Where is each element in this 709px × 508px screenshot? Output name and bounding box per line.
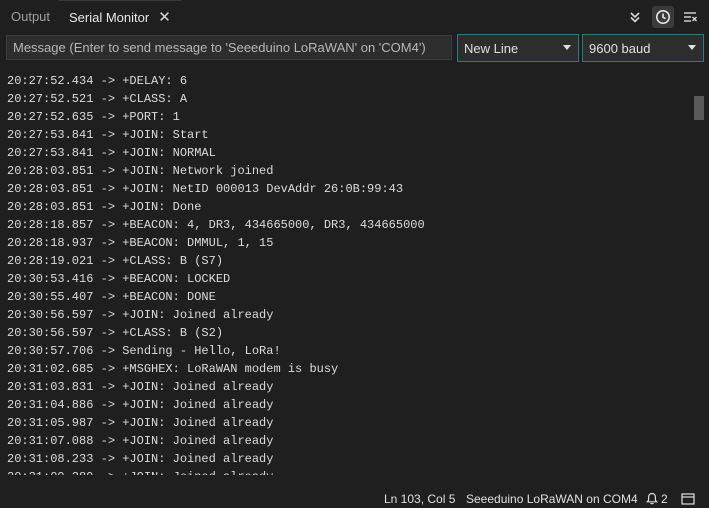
line-ending-value: New Line <box>464 40 519 56</box>
serial-output[interactable]: 20:27:52.434 -> +DELAY: 6 20:27:52.521 ->… <box>0 65 709 476</box>
log-line: 20:27:52.521 -> +CLASS: A <box>7 92 188 106</box>
log-line: 20:28:19.021 -> +CLASS: B (S7) <box>7 254 224 268</box>
log-line: 20:27:52.635 -> +PORT: 1 <box>7 110 180 124</box>
log-line: 20:28:03.851 -> +JOIN: Network joined <box>7 164 274 178</box>
log-line: 20:28:03.851 -> +JOIN: Done <box>7 200 202 214</box>
log-line: 20:31:02.685 -> +MSGHEX: LoRaWAN modem i… <box>7 362 339 376</box>
log-line: 20:30:57.706 -> Sending - Hello, LoRa! <box>7 344 281 358</box>
log-line: 20:30:56.597 -> +CLASS: B (S2) <box>7 326 224 340</box>
board-port-status[interactable]: Seeeduino LoRaWAN on COM4 <box>466 489 638 508</box>
scrollbar-thumb[interactable] <box>694 96 704 120</box>
log-line: 20:27:53.841 -> +JOIN: NORMAL <box>7 146 216 160</box>
log-line: 20:31:07.088 -> +JOIN: Joined already <box>7 434 274 448</box>
baud-rate-select[interactable]: 9600 baud <box>582 34 704 62</box>
log-line: 20:30:56.597 -> +JOIN: Joined already <box>7 308 274 322</box>
line-ending-select[interactable]: New Line <box>457 34 579 62</box>
log-line: 20:28:03.851 -> +JOIN: NetID 000013 DevA… <box>7 182 404 196</box>
toggle-panel-icon[interactable] <box>681 489 695 508</box>
cursor-position[interactable]: Ln 103, Col 5 <box>384 489 455 508</box>
message-input[interactable] <box>6 35 452 60</box>
notifications-count: 2 <box>661 491 668 506</box>
tab-serial-monitor-label: Serial Monitor <box>69 9 150 25</box>
log-line: 20:31:04.886 -> +JOIN: Joined already <box>7 398 274 412</box>
tab-serial-monitor[interactable]: Serial Monitor ✕ <box>59 0 181 33</box>
bell-icon <box>646 492 658 505</box>
log-line: 20:28:18.857 -> +BEACON: 4, DR3, 4346650… <box>7 218 425 232</box>
board-port-label: Seeeduino LoRaWAN on COM4 <box>466 491 638 506</box>
log-line: 20:27:53.841 -> +JOIN: Start <box>7 128 209 142</box>
panel-tab-bar: Output Serial Monitor ✕ <box>0 0 709 33</box>
chevron-down-icon <box>563 45 571 50</box>
chevron-down-icon <box>688 45 696 50</box>
arduino-bottom-panel: Output Serial Monitor ✕ Message (Enter t… <box>0 0 709 508</box>
log-line: 20:31:03.831 -> +JOIN: Joined already <box>7 380 274 394</box>
cursor-position-label: Ln 103, Col 5 <box>384 491 456 506</box>
serial-controls: New Line 9600 baud <box>0 33 709 65</box>
log-line: 20:31:05.987 -> +JOIN: Joined already <box>7 416 274 430</box>
clock-icon[interactable] <box>652 6 674 28</box>
clear-output-icon[interactable] <box>679 6 701 28</box>
log-line: 20:27:52.434 -> +DELAY: 6 <box>7 74 188 88</box>
log-line: 20:30:53.416 -> +BEACON: LOCKED <box>7 272 231 286</box>
log-line: 20:31:09.289 -> +JOIN: Joined already <box>7 468 687 475</box>
status-bar: Ln 103, Col 5 Seeeduino LoRaWAN on COM4 … <box>0 489 709 508</box>
scrollbar[interactable] <box>692 65 706 476</box>
tab-output-label: Output <box>11 9 51 24</box>
log-line: 20:28:18.937 -> +BEACON: DMMUL, 1, 15 <box>7 236 274 250</box>
baud-rate-value: 9600 baud <box>589 40 651 56</box>
log-line: 20:30:55.407 -> +BEACON: DONE <box>7 290 216 304</box>
notifications-status[interactable]: 2 <box>646 489 668 508</box>
log-line: 20:31:08.233 -> +JOIN: Joined already <box>7 452 274 466</box>
serial-log: 20:27:52.434 -> +DELAY: 6 20:27:52.521 ->… <box>7 72 687 475</box>
tab-output[interactable]: Output <box>11 0 50 33</box>
close-icon[interactable]: ✕ <box>158 10 171 25</box>
chevrons-down-icon[interactable] <box>624 6 646 28</box>
